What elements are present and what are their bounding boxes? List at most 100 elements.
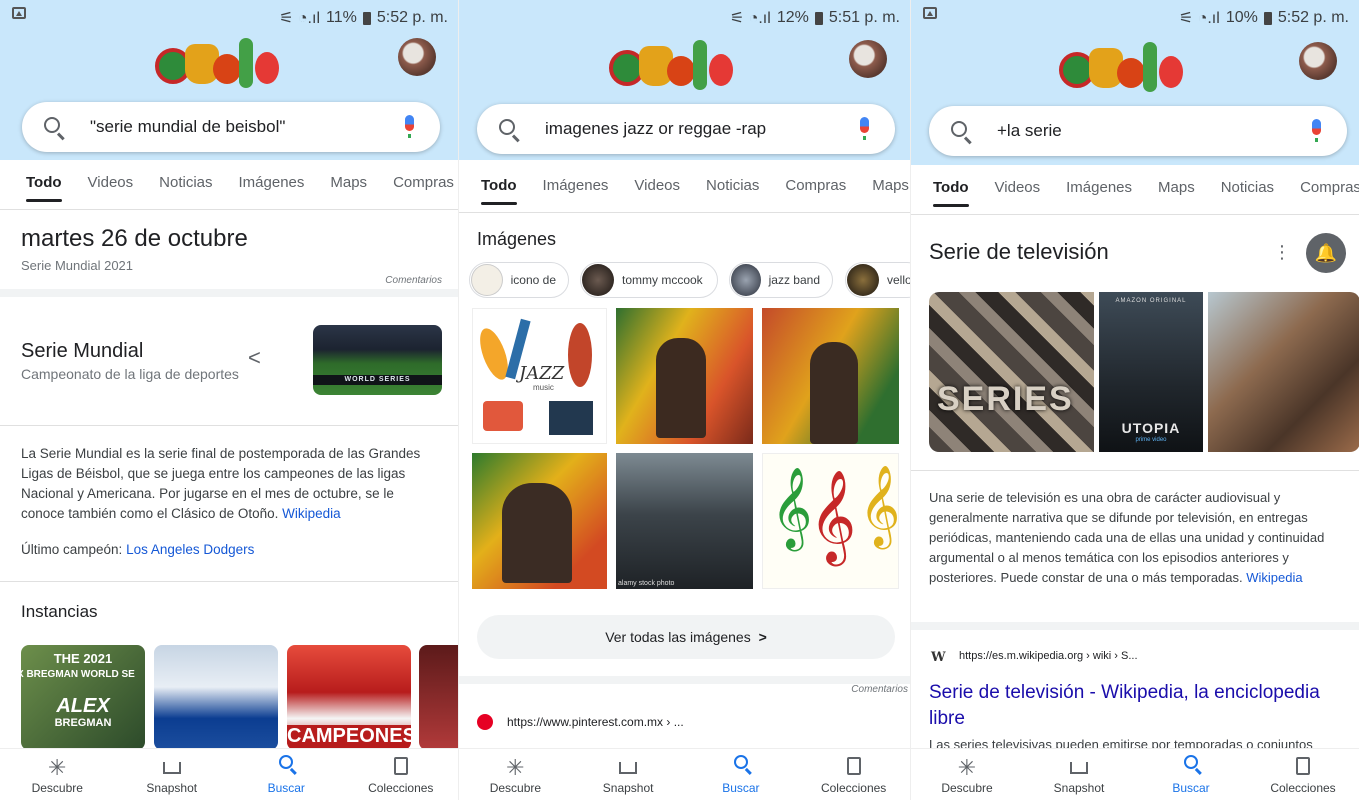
google-doodle[interactable] — [609, 40, 739, 96]
nav-snapshot[interactable]: Snapshot — [572, 749, 685, 800]
image-result-1[interactable]: JAZZ music — [472, 308, 607, 444]
asterisk-icon: ✳ — [506, 755, 525, 780]
nav-colecciones[interactable]: Colecciones — [344, 749, 459, 800]
signal-icon: ⚟ ◔.ıl — [729, 10, 771, 27]
see-all-images-button[interactable]: Ver todas las imágenes > — [477, 615, 895, 659]
microphone-icon[interactable] — [860, 117, 869, 140]
tab-noticias[interactable]: Noticias — [1221, 175, 1274, 215]
microphone-icon[interactable] — [405, 115, 414, 138]
snapshot-icon — [162, 762, 181, 774]
more-options-icon[interactable]: ⋮ — [1273, 242, 1291, 263]
search-bar[interactable] — [22, 102, 440, 152]
bottom-nav: ✳ Descubre Snapshot Buscar Colecciones — [911, 748, 1359, 800]
nav-buscar[interactable]: Buscar — [685, 749, 798, 800]
image-chip-3[interactable]: jazz band — [729, 262, 833, 298]
tab-maps[interactable]: Maps — [1158, 175, 1195, 215]
series-image-1[interactable]: SERIES — [929, 292, 1094, 452]
search-bar[interactable] — [477, 104, 895, 154]
status-bar: ⚟ ◔.ıl 12% 5:51 p. m. — [459, 0, 910, 34]
google-doodle[interactable] — [1059, 42, 1189, 98]
avatar[interactable] — [1299, 42, 1337, 80]
nav-buscar[interactable]: Buscar — [229, 749, 344, 800]
tab-videos[interactable]: Videos — [634, 173, 680, 213]
divider — [459, 676, 910, 684]
chip-thumb — [731, 264, 761, 296]
image-result-2[interactable] — [616, 308, 753, 444]
tab-todo[interactable]: Todo — [481, 173, 517, 213]
tab-todo[interactable]: Todo — [933, 175, 969, 215]
follow-bell-icon[interactable]: 🔔 — [1306, 233, 1346, 273]
instance-thumb-1[interactable]: THE 2021 X BREGMAN WORLD SE ALEX BREGMAN — [21, 645, 145, 750]
tab-todo[interactable]: Todo — [26, 170, 62, 210]
instance-thumb-3[interactable]: CAMPEONES — [287, 645, 411, 750]
tab-maps[interactable]: Maps — [330, 170, 367, 210]
series-image-3[interactable] — [1208, 292, 1359, 452]
chip-thumb — [847, 264, 879, 296]
search-input[interactable] — [90, 114, 370, 140]
nav-descubre[interactable]: ✳ Descubre — [911, 749, 1023, 800]
image-result-3[interactable] — [762, 308, 899, 444]
result-url[interactable]: https://es.m.wikipedia.org › wiki › S... — [959, 650, 1138, 662]
result-url[interactable]: https://www.pinterest.com.mx › ... — [507, 715, 684, 729]
avatar[interactable] — [849, 40, 887, 78]
date-subtitle: Serie Mundial 2021 — [21, 258, 134, 273]
image-result-5[interactable]: alamy stock photo — [616, 453, 753, 589]
tab-videos[interactable]: Videos — [995, 175, 1041, 215]
tab-imagenes[interactable]: Imágenes — [239, 170, 305, 210]
tab-noticias[interactable]: Noticias — [159, 170, 212, 210]
tab-compras[interactable]: Compras — [1300, 175, 1359, 215]
result-title[interactable]: Serie de televisión - Wikipedia, la enci… — [929, 680, 1349, 732]
panel-2: ⚟ ◔.ıl 12% 5:51 p. m. Todo Imágenes Vide… — [458, 0, 910, 800]
entity-image[interactable]: WORLD SERIES — [313, 325, 442, 395]
tab-imagenes[interactable]: Imágenes — [1066, 175, 1132, 215]
image-result-4[interactable] — [472, 453, 607, 589]
tab-compras[interactable]: Compras — [785, 173, 846, 213]
snapshot-icon — [619, 762, 638, 774]
image-chip-1[interactable]: icono de — [469, 262, 569, 298]
wikipedia-link[interactable]: Wikipedia — [282, 506, 341, 521]
comments-link[interactable]: Comentarios — [385, 275, 442, 286]
pinterest-icon — [477, 714, 493, 730]
wikipedia-link[interactable]: Wikipedia — [1246, 570, 1302, 585]
champion-link[interactable]: Los Angeles Dodgers — [126, 542, 254, 557]
tab-videos[interactable]: Videos — [88, 170, 134, 210]
tab-noticias[interactable]: Noticias — [706, 173, 759, 213]
google-doodle[interactable] — [155, 38, 285, 94]
search-input[interactable] — [997, 118, 1277, 144]
microphone-icon[interactable] — [1312, 119, 1321, 142]
wikipedia-favicon: W — [931, 650, 946, 665]
images-section-title: Imágenes — [477, 229, 557, 249]
search-bar[interactable] — [929, 106, 1347, 156]
tab-imagenes[interactable]: Imágenes — [543, 173, 609, 213]
search-icon — [44, 117, 60, 133]
image-chip-4[interactable]: vello — [845, 262, 910, 298]
nav-descubre[interactable]: ✳ Descubre — [459, 749, 572, 800]
nav-snapshot[interactable]: Snapshot — [1023, 749, 1135, 800]
nav-colecciones[interactable]: Colecciones — [1247, 749, 1359, 800]
tab-maps[interactable]: Maps — [872, 173, 909, 213]
instance-thumb-2[interactable] — [154, 645, 278, 750]
gallery-icon — [12, 7, 26, 19]
search-icon — [499, 119, 515, 135]
avatar[interactable] — [398, 38, 436, 76]
nav-snapshot[interactable]: Snapshot — [115, 749, 230, 800]
image-chip-2[interactable]: tommy mccook — [580, 262, 718, 298]
nav-descubre[interactable]: ✳ Descubre — [0, 749, 115, 800]
battery-percent: 10% — [1225, 9, 1258, 26]
series-image-2[interactable]: AMAZON ORIGINAL UTOPIA prime video — [1099, 292, 1203, 452]
search-input[interactable] — [545, 116, 825, 142]
search-tabs: Todo Imágenes Videos Noticias Compras Ma… — [459, 173, 910, 213]
share-icon[interactable]: < — [248, 345, 261, 371]
comments-link[interactable]: Comentarios — [851, 684, 908, 695]
battery-percent: 11% — [326, 9, 357, 26]
collections-icon — [393, 757, 408, 775]
battery-percent: 12% — [776, 9, 809, 26]
clock: 5:52 p. m. — [376, 9, 448, 26]
entity-title[interactable]: Serie Mundial — [21, 340, 143, 363]
tab-compras[interactable]: Compras — [393, 170, 454, 210]
instance-thumb-4[interactable] — [419, 645, 458, 750]
search-tabs: Todo Videos Imágenes Maps Noticias Compr… — [911, 175, 1359, 215]
nav-colecciones[interactable]: Colecciones — [797, 749, 910, 800]
image-result-6[interactable]: 𝄞 𝄞 𝄞 — [762, 453, 899, 589]
nav-buscar[interactable]: Buscar — [1135, 749, 1247, 800]
